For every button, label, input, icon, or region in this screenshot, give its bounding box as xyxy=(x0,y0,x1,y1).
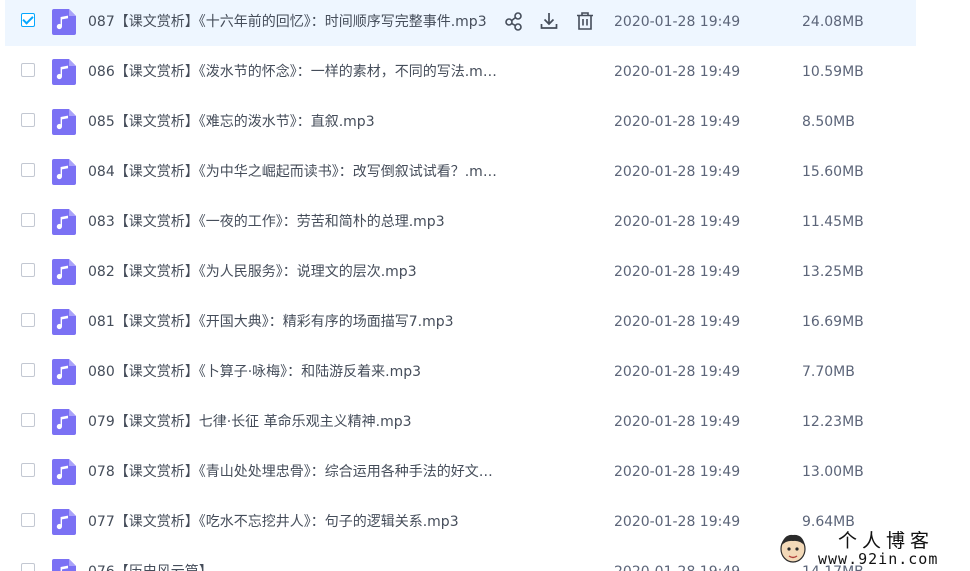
music-note-icon xyxy=(52,409,76,435)
file-name[interactable]: 078【课文赏析】《青山处处埋忠骨》：综合运用各种手法的好文章.mp3 xyxy=(88,462,498,482)
file-size: 8.50MB xyxy=(802,114,855,130)
row-checkbox[interactable] xyxy=(21,63,35,77)
file-date: 2020-01-28 19:49 xyxy=(614,464,741,480)
share-icon xyxy=(505,12,522,31)
file-size: 13.25MB xyxy=(802,264,864,280)
watermark-title: 个人博客 xyxy=(838,530,935,552)
file-size: 7.70MB xyxy=(802,364,855,380)
file-date: 2020-01-28 19:49 xyxy=(614,114,741,130)
file-name[interactable]: 080【课文赏析】《卜算子·咏梅》：和陆游反着来.mp3 xyxy=(88,362,498,382)
file-size: 10.59MB xyxy=(802,64,864,80)
file-name[interactable]: 076【历史风云篇】 xyxy=(88,562,498,571)
file-size: 16.69MB xyxy=(802,314,864,330)
row-checkbox[interactable] xyxy=(21,13,35,27)
music-note-icon xyxy=(52,359,76,385)
row-checkbox[interactable] xyxy=(21,113,35,127)
delete-button[interactable] xyxy=(574,10,596,32)
music-note-icon xyxy=(52,259,76,285)
file-size: 12.23MB xyxy=(802,414,864,430)
music-note-icon xyxy=(52,159,76,185)
cartoon-avatar-icon xyxy=(780,534,806,563)
file-date: 2020-01-28 19:49 xyxy=(614,364,741,380)
row-checkbox[interactable] xyxy=(21,513,35,527)
music-note-icon xyxy=(52,9,76,35)
download-button[interactable] xyxy=(538,10,560,32)
row-checkbox[interactable] xyxy=(21,563,35,571)
download-icon xyxy=(540,13,558,29)
watermark: 个人博客 www.92in.com xyxy=(778,530,968,570)
file-row[interactable]: 078【课文赏析】《青山处处埋忠骨》：综合运用各种手法的好文章.mp3 2020… xyxy=(5,448,916,496)
file-size: 9.64MB xyxy=(802,514,855,530)
file-row[interactable]: 085【课文赏析】《难忘的泼水节》：直叙.mp3 2020-01-28 19:4… xyxy=(5,98,916,146)
music-note-icon xyxy=(52,59,76,85)
row-checkbox[interactable] xyxy=(21,213,35,227)
file-name[interactable]: 077【课文赏析】《吃水不忘挖井人》：句子的逻辑关系.mp3 xyxy=(88,512,498,532)
file-date: 2020-01-28 19:49 xyxy=(614,64,741,80)
file-name[interactable]: 082【课文赏析】《为人民服务》：说理文的层次.mp3 xyxy=(88,262,498,282)
music-note-icon xyxy=(52,209,76,235)
file-row[interactable]: 080【课文赏析】《卜算子·咏梅》：和陆游反着来.mp3 2020-01-28 … xyxy=(5,348,916,396)
music-note-icon xyxy=(52,509,76,535)
file-date: 2020-01-28 19:49 xyxy=(614,514,741,530)
file-name[interactable]: 084【课文赏析】《为中华之崛起而读书》：改写倒叙试试看？.mp3 xyxy=(88,162,498,182)
file-size: 15.60MB xyxy=(802,164,864,180)
music-note-icon xyxy=(52,459,76,485)
row-checkbox[interactable] xyxy=(21,463,35,477)
file-date: 2020-01-28 19:49 xyxy=(614,164,741,180)
file-size: 13.00MB xyxy=(802,464,864,480)
row-checkbox[interactable] xyxy=(21,263,35,277)
file-date: 2020-01-28 19:49 xyxy=(614,414,741,430)
file-date: 2020-01-28 19:49 xyxy=(614,562,740,571)
file-name[interactable]: 079【课文赏析】七律·长征 革命乐观主义精神.mp3 xyxy=(88,412,498,432)
file-date: 2020-01-28 19:49 xyxy=(614,264,741,280)
watermark-url: www.92in.com xyxy=(818,550,939,568)
share-button[interactable] xyxy=(503,10,525,32)
file-size: 11.45MB xyxy=(802,214,864,230)
row-checkbox[interactable] xyxy=(21,413,35,427)
file-date: 2020-01-28 19:49 xyxy=(614,314,741,330)
file-size: 24.08MB xyxy=(802,14,864,30)
file-row[interactable]: 082【课文赏析】《为人民服务》：说理文的层次.mp3 2020-01-28 1… xyxy=(5,248,916,296)
file-name[interactable]: 081【课文赏析】《开国大典》：精彩有序的场面描写7.mp3 xyxy=(88,312,498,332)
row-checkbox[interactable] xyxy=(21,163,35,177)
file-name[interactable]: 083【课文赏析】《一夜的工作》：劳苦和简朴的总理.mp3 xyxy=(88,212,498,232)
music-note-icon xyxy=(52,559,76,571)
file-row[interactable]: 084【课文赏析】《为中华之崛起而读书》：改写倒叙试试看？.mp3 2020-0… xyxy=(5,148,916,196)
file-name[interactable]: 086【课文赏析】《泼水节的怀念》：一样的素材，不同的写法.mp3 xyxy=(88,62,498,82)
file-list: 087【课文赏析】《十六年前的回忆》：时间顺序写完整事件.mp3 2020-01… xyxy=(0,0,970,571)
file-row[interactable]: 079【课文赏析】七律·长征 革命乐观主义精神.mp3 2020-01-28 1… xyxy=(5,398,916,446)
file-row[interactable]: 081【课文赏析】《开国大典》：精彩有序的场面描写7.mp3 2020-01-2… xyxy=(5,298,916,346)
music-note-icon xyxy=(52,109,76,135)
file-name[interactable]: 085【课文赏析】《难忘的泼水节》：直叙.mp3 xyxy=(88,112,498,132)
file-name[interactable]: 087【课文赏析】《十六年前的回忆》：时间顺序写完整事件.mp3 xyxy=(88,12,490,32)
file-date: 2020-01-28 19:49 xyxy=(614,14,741,30)
file-row[interactable]: 087【课文赏析】《十六年前的回忆》：时间顺序写完整事件.mp3 2020-01… xyxy=(5,0,916,46)
row-checkbox[interactable] xyxy=(21,363,35,377)
row-checkbox[interactable] xyxy=(21,313,35,327)
music-note-icon xyxy=(52,309,76,335)
file-row[interactable]: 086【课文赏析】《泼水节的怀念》：一样的素材，不同的写法.mp3 2020-0… xyxy=(5,48,916,96)
file-row[interactable]: 083【课文赏析】《一夜的工作》：劳苦和简朴的总理.mp3 2020-01-28… xyxy=(5,198,916,246)
trash-icon xyxy=(577,12,593,30)
file-date: 2020-01-28 19:49 xyxy=(614,214,741,230)
